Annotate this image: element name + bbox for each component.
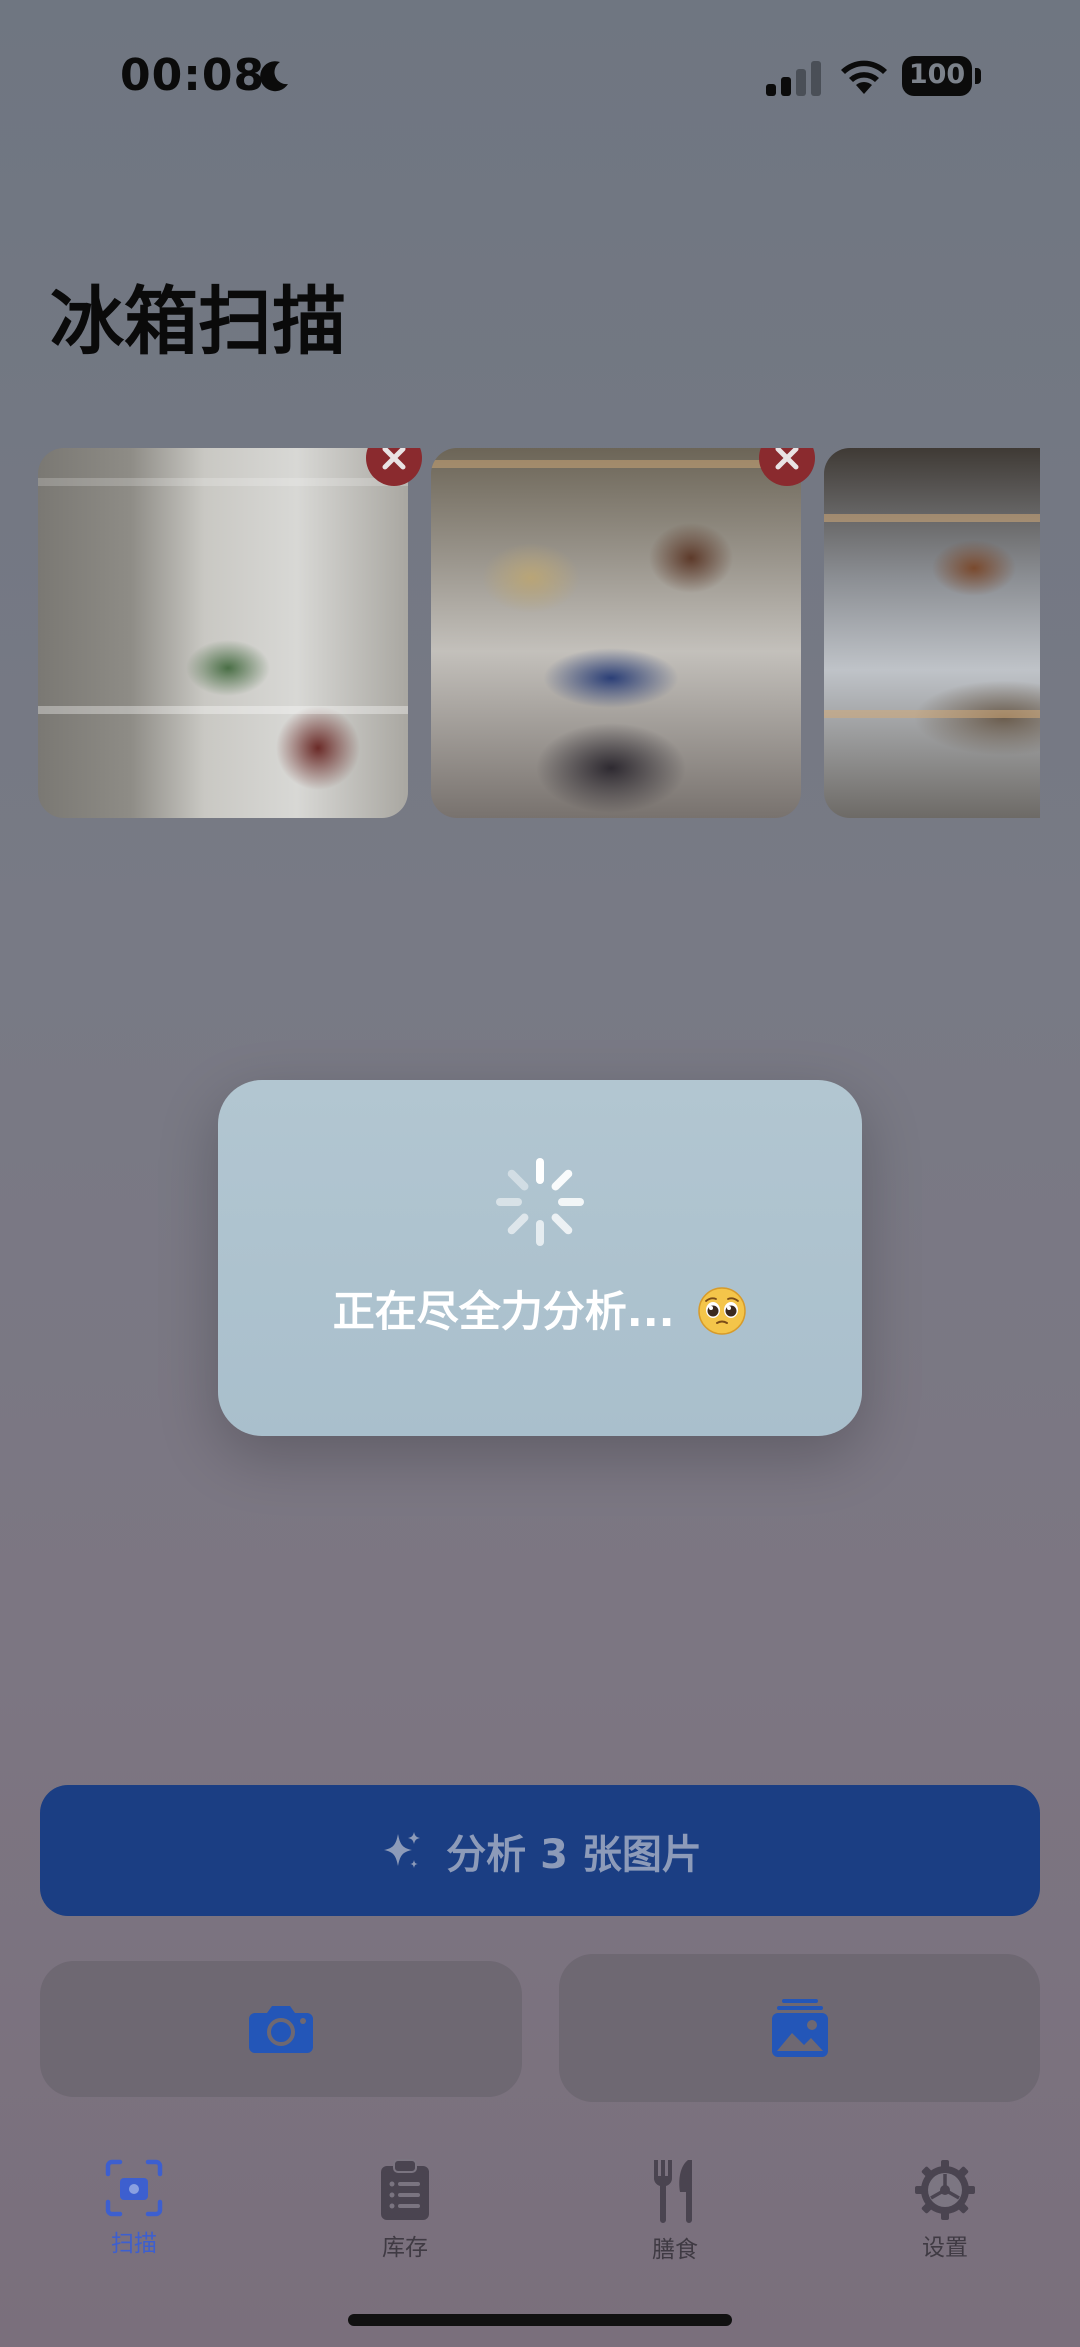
- analyze-button[interactable]: 分析 3 张图片: [40, 1785, 1040, 1916]
- battery-icon: 100: [902, 56, 982, 96]
- tab-label: 库存: [382, 2235, 428, 2261]
- photo-item[interactable]: [38, 448, 422, 818]
- fridge-photo-3[interactable]: [824, 448, 1040, 818]
- spinner-icon: [496, 1158, 584, 1246]
- status-bar: 00:08 100: [0, 0, 1080, 150]
- clipboard-icon: [381, 2159, 429, 2220]
- tab-label: 膳食: [652, 2237, 698, 2263]
- gear-icon: [915, 2160, 975, 2220]
- sparkles-icon: [384, 1831, 421, 1868]
- pleading-face-emoji: [698, 1287, 746, 1335]
- battery-level: 100: [908, 59, 966, 90]
- camera-button[interactable]: [40, 1961, 522, 2097]
- loading-message: 正在尽全力分析...: [218, 1278, 862, 1339]
- fork-knife-icon: [653, 2160, 692, 2223]
- tab-label: 扫描: [111, 2231, 157, 2257]
- camera-icon: [249, 2006, 313, 2053]
- tab-settings[interactable]: 设置: [865, 2158, 1025, 2262]
- home-indicator: [348, 2314, 732, 2326]
- moon-icon: [260, 61, 288, 92]
- fridge-photo-2[interactable]: [431, 448, 801, 818]
- tab-inventory[interactable]: 库存: [325, 2158, 485, 2262]
- remove-photo-button[interactable]: [366, 448, 422, 486]
- tab-scan[interactable]: 扫描: [54, 2158, 214, 2258]
- photo-strip[interactable]: [38, 448, 1040, 820]
- signal-icon: [766, 61, 821, 96]
- photo-item[interactable]: [431, 448, 815, 818]
- photo-item[interactable]: [824, 448, 1040, 818]
- remove-photo-button[interactable]: [759, 448, 815, 486]
- scan-icon: [105, 2159, 163, 2217]
- tab-bar: 扫描 库存 膳食 设置: [0, 2140, 1080, 2280]
- status-time: 00:08: [120, 50, 266, 101]
- tab-label: 设置: [922, 2235, 968, 2261]
- loading-dialog: 正在尽全力分析...: [218, 1080, 862, 1436]
- tab-meals[interactable]: 膳食: [595, 2158, 755, 2264]
- photo-library-button[interactable]: [559, 1954, 1040, 2102]
- close-icon: [382, 448, 406, 470]
- page-title: 冰箱扫描: [50, 279, 346, 365]
- photo-library-icon: [771, 1999, 828, 2057]
- close-icon: [775, 448, 799, 470]
- wifi-icon: [841, 60, 887, 94]
- loading-text: 正在尽全力分析...: [332, 1287, 675, 1336]
- fridge-photo-1[interactable]: [38, 448, 408, 818]
- analyze-button-label: 分析 3 张图片: [446, 1831, 702, 1878]
